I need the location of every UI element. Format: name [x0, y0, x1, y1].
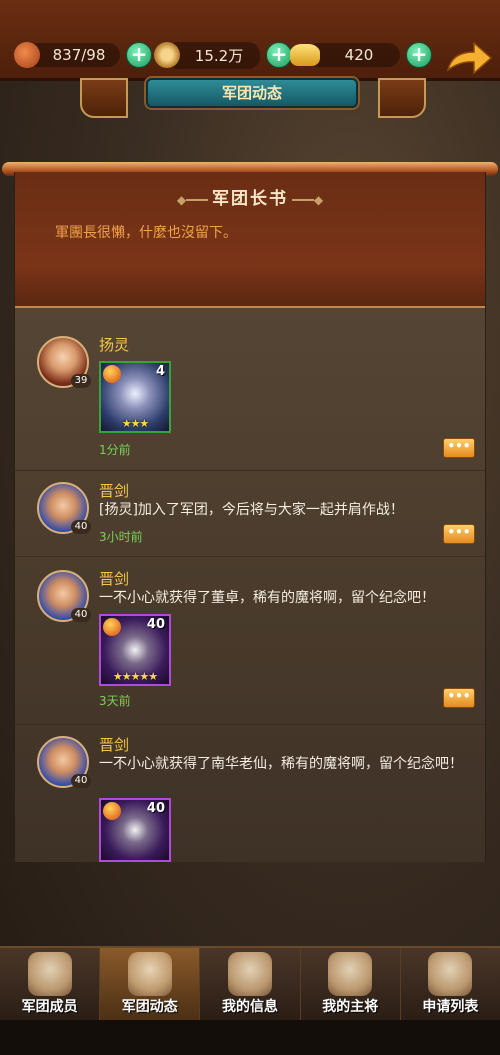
title-ornament-left	[80, 78, 128, 118]
player-name: 晋剑	[99, 570, 130, 588]
fire-element-icon	[103, 365, 121, 383]
stamina-resource: 837/98 +	[14, 40, 152, 70]
feed-message: 一不小心就获得了南华老仙，稀有的魔将啊，留个纪念吧！	[99, 756, 463, 772]
star-rating: ★★★★★	[112, 670, 158, 683]
meat-icon	[14, 42, 40, 68]
feed-panel[interactable]: ◆━━━ 军团长书 ━━━◆ 軍團長很懶，什麼也沒留下。 39 扬灵 4 ★★★…	[14, 172, 486, 862]
warrior-icon	[27, 952, 72, 996]
hero-card[interactable]: 4 ★★★	[99, 361, 171, 433]
add-stamina-button[interactable]: +	[126, 42, 152, 68]
more-button[interactable]: •••	[443, 524, 475, 544]
fire-element-icon	[103, 802, 121, 820]
avatar[interactable]: 40	[37, 570, 91, 622]
coin-value: 15.2万	[166, 41, 260, 69]
timestamp: 1分前	[99, 443, 131, 457]
resource-bar: 837/98 + 15.2万 + 420 +	[0, 0, 500, 81]
bottom-tab-bar: 军团成员 军团动态 我的信息 我的主将 申请列表	[0, 946, 500, 1022]
legion-notice: ◆━━━ 军团长书 ━━━◆ 軍團長很懶，什麼也沒留下。	[15, 172, 485, 308]
notice-text: 軍團長很懶，什麼也沒留下。	[55, 225, 237, 241]
coin-icon	[154, 42, 180, 68]
add-coin-button[interactable]: +	[266, 42, 292, 68]
level-badge: 40	[71, 608, 91, 622]
player-name: 晋剑	[99, 736, 130, 754]
tab-my-general[interactable]: 我的主将	[300, 948, 401, 1022]
add-ingot-button[interactable]: +	[406, 42, 432, 68]
avatar[interactable]: 39	[37, 336, 91, 388]
fire-element-icon	[103, 618, 121, 636]
level-badge: 40	[71, 520, 91, 534]
tab-legion-news[interactable]: 军团动态	[100, 948, 201, 1022]
tab-my-info[interactable]: 我的信息	[200, 948, 301, 1022]
player-name: 晋剑	[99, 482, 130, 500]
card-count: 40	[146, 801, 165, 816]
scroll-icon	[127, 952, 172, 996]
feed-message: 一不小心就获得了董卓，稀有的魔将啊，留个纪念吧！	[99, 590, 435, 606]
more-button[interactable]: •••	[443, 438, 475, 458]
coin-resource: 15.2万 +	[154, 40, 292, 70]
back-arrow-icon[interactable]	[444, 40, 494, 76]
page-title: 军团动态	[146, 78, 358, 108]
title-ornament-right	[378, 78, 426, 118]
feed-message: [扬灵]加入了军团，今后将与大家一起并肩作战！	[99, 502, 404, 518]
feed-entry: 40 晋剑 一不小心就获得了南华老仙，稀有的魔将啊，留个纪念吧！ 40	[15, 724, 485, 862]
tab-application-list[interactable]: 申请列表	[400, 948, 500, 1022]
gold-ingot-icon	[290, 44, 320, 66]
hero-card[interactable]: 40 ★★★★★	[99, 614, 171, 686]
avatar[interactable]: 40	[37, 736, 91, 788]
timestamp: 3小时前	[99, 530, 143, 544]
timestamp: 3天前	[99, 694, 131, 708]
notice-title: ◆━━━ 军团长书 ━━━◆	[176, 189, 324, 209]
player-name: 扬灵	[99, 336, 130, 354]
bottom-strip	[0, 1020, 500, 1055]
card-count: 4	[155, 364, 165, 379]
feed-entry: 40 晋剑 一不小心就获得了董卓，稀有的魔将啊，留个纪念吧！ 40 ★★★★★ …	[15, 556, 485, 725]
stamina-value: 837/98	[26, 43, 120, 67]
letter-icon	[228, 952, 272, 996]
ingot-resource: 420 +	[290, 40, 432, 70]
document-icon	[428, 952, 473, 996]
avatar[interactable]: 40	[37, 482, 91, 534]
feed-entry: 39 扬灵 4 ★★★ 1分前 •••	[15, 306, 485, 471]
hero-card[interactable]: 40	[99, 798, 171, 862]
ingot-value: 420	[306, 43, 400, 67]
more-button[interactable]: •••	[443, 688, 475, 708]
level-badge: 40	[71, 774, 91, 788]
feed-entry: 40 晋剑 [扬灵]加入了军团，今后将与大家一起并肩作战！ 3小时前 •••	[15, 470, 485, 557]
star-rating: ★★★	[121, 417, 150, 430]
general-statue-icon	[328, 952, 373, 996]
level-badge: 39	[71, 374, 91, 388]
tab-legion-members[interactable]: 军团成员	[0, 948, 101, 1022]
card-count: 40	[146, 617, 165, 632]
